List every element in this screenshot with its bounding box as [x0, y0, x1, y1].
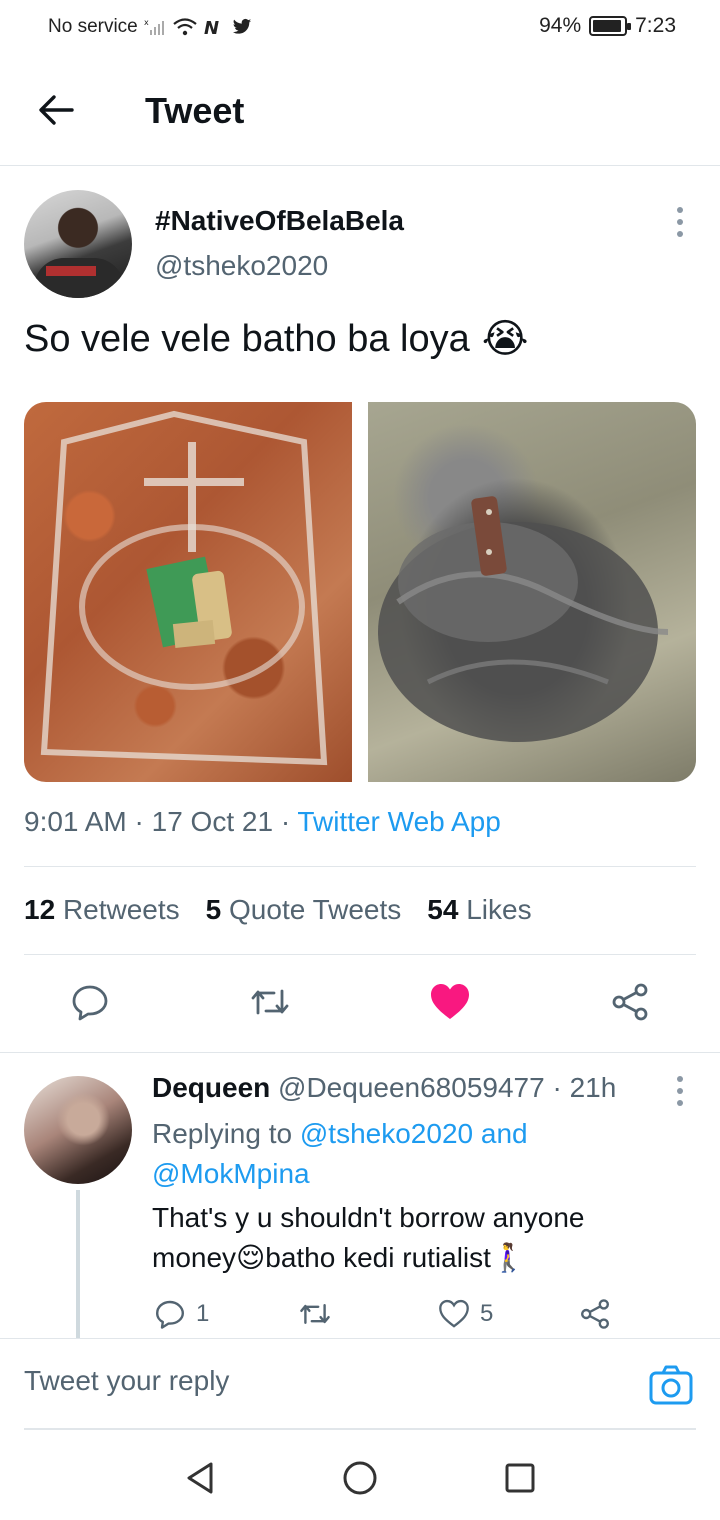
likes-count: 54: [427, 894, 459, 925]
replying-to: Replying to @tsheko2020 and @MokMpina: [152, 1114, 632, 1194]
navigation-bar: [0, 1440, 720, 1520]
reply-composer: [0, 1338, 720, 1430]
retweets-count: 12: [24, 894, 56, 925]
tweet-text: So vele vele batho ba loya 😭: [24, 316, 529, 362]
reply-age: 21h: [569, 1072, 617, 1103]
status-bar: No service x N 94% 7:23: [0, 0, 720, 56]
back-button[interactable]: [36, 92, 76, 128]
add-photo-button[interactable]: [648, 1363, 694, 1407]
top-bar: Tweet: [0, 56, 720, 166]
meta-separator: ·: [280, 806, 291, 837]
quote-tweets-count: 5: [205, 894, 222, 925]
tweet-actions: [0, 980, 720, 1030]
quote-tweets-label: Quote Tweets: [229, 894, 402, 925]
meta-separator: ·: [552, 1072, 562, 1103]
divider: [24, 866, 696, 867]
nav-back-button[interactable]: [180, 1458, 220, 1498]
reply-author-name[interactable]: Dequeen: [152, 1072, 270, 1103]
reply-icon: [72, 985, 108, 1021]
reply-header: Dequeen @Dequeen68059477 · 21h: [152, 1072, 616, 1104]
retweet-icon: [251, 989, 289, 1015]
clock: 7:23: [635, 14, 676, 37]
page-title: Tweet: [145, 90, 245, 131]
author-avatar[interactable]: [24, 190, 132, 298]
crying-face-emoji: 😭: [481, 317, 529, 361]
no-signal-icon: x: [144, 18, 166, 36]
quote-tweets-stat[interactable]: 5 Quote Tweets: [206, 894, 402, 926]
nav-home-button[interactable]: [340, 1458, 380, 1498]
reply-text: That's y u shouldn't borrow anyone money…: [152, 1198, 672, 1278]
reply-reply-count: 1: [196, 1300, 210, 1327]
share-button[interactable]: [608, 980, 652, 1024]
composer-underline: [24, 1428, 696, 1430]
svg-text:x: x: [144, 18, 149, 27]
battery-percent: 94%: [539, 14, 582, 37]
tweet-photo-1[interactable]: [24, 402, 352, 782]
replying-and: and: [480, 1118, 528, 1149]
circle-home-icon: [343, 1461, 377, 1495]
tweet-media: [24, 402, 696, 782]
replying-to-link-2[interactable]: @MokMpina: [152, 1158, 310, 1189]
reply-retweet-button[interactable]: [298, 1294, 332, 1334]
battery-icon: [589, 16, 632, 36]
tweet-date: 17 Oct 21: [151, 806, 274, 837]
square-recents-icon: [505, 1463, 535, 1493]
tweet-time: 9:01 AM: [24, 806, 127, 837]
reply-icon: [156, 1300, 184, 1329]
woman-walking-emoji: 🚶‍♀️: [490, 1242, 526, 1273]
heart-filled-icon: [431, 984, 469, 1019]
reply-button[interactable]: [68, 980, 112, 1024]
reply-like-button[interactable]: 5: [438, 1294, 493, 1334]
author-name[interactable]: #NativeOfBelaBela: [155, 205, 404, 237]
tweet-text-body: So vele vele batho ba loya: [24, 317, 470, 360]
tweet-source-link[interactable]: Twitter Web App: [297, 806, 500, 837]
retweet-button[interactable]: [248, 980, 292, 1024]
retweets-label: Retweets: [62, 894, 180, 925]
nav-recents-button[interactable]: [500, 1458, 540, 1498]
tweet-stats: 12 Retweets 5 Quote Tweets 54 Likes: [24, 894, 532, 926]
relieved-face-emoji: 😌: [236, 1242, 266, 1273]
tweet-more-button[interactable]: [668, 205, 692, 239]
carrier-label: No service: [48, 16, 138, 37]
replying-to-link-1[interactable]: @tsheko2020: [300, 1118, 473, 1149]
reply-author-handle[interactable]: @Dequeen68059477: [278, 1072, 545, 1103]
triangle-back-icon: [187, 1462, 213, 1494]
section-divider: [0, 1052, 720, 1053]
reply-like-count: 5: [480, 1300, 494, 1327]
twitter-notification-icon: [232, 18, 252, 36]
divider: [24, 954, 696, 955]
reply-text-line-2: money😌batho kedi rutialist🚶‍♀️: [152, 1242, 526, 1273]
replying-prefix: Replying to: [152, 1118, 293, 1149]
reply-reply-button[interactable]: 1: [154, 1294, 209, 1334]
meta-separator: ·: [134, 806, 144, 837]
camera-icon: [649, 1365, 693, 1405]
retweet-icon: [300, 1304, 330, 1324]
like-button[interactable]: [428, 980, 472, 1024]
more-vertical-icon: [677, 1076, 683, 1106]
battery-level: [593, 20, 622, 32]
share-icon: [581, 1299, 610, 1329]
reply-actions: 1 5: [0, 1294, 720, 1334]
retweets-stat[interactable]: 12 Retweets: [24, 894, 180, 926]
nfc-icon: N: [204, 18, 226, 36]
status-left: No service x N: [48, 16, 252, 38]
tweet-meta: 9:01 AM · 17 Oct 21 · Twitter Web App: [24, 806, 501, 838]
reply-share-button[interactable]: [578, 1294, 612, 1334]
likes-stat[interactable]: 54 Likes: [427, 894, 531, 926]
svg-text:N: N: [204, 18, 219, 36]
reply-more-button[interactable]: [668, 1074, 692, 1108]
reply-text-line-1: That's y u shouldn't borrow anyone: [152, 1202, 585, 1233]
likes-label: Likes: [466, 894, 532, 925]
more-vertical-icon: [677, 207, 683, 237]
reply-input[interactable]: [24, 1365, 584, 1397]
wifi-icon: [172, 18, 198, 36]
status-right: 94% 7:23: [539, 14, 676, 38]
author-handle[interactable]: @tsheko2020: [155, 250, 328, 282]
arrow-left-icon: [39, 95, 74, 125]
tweet-photo-2[interactable]: [368, 402, 696, 782]
share-icon: [612, 983, 648, 1021]
reply-author-avatar[interactable]: [24, 1076, 132, 1184]
heart-outline-icon: [439, 1299, 469, 1328]
